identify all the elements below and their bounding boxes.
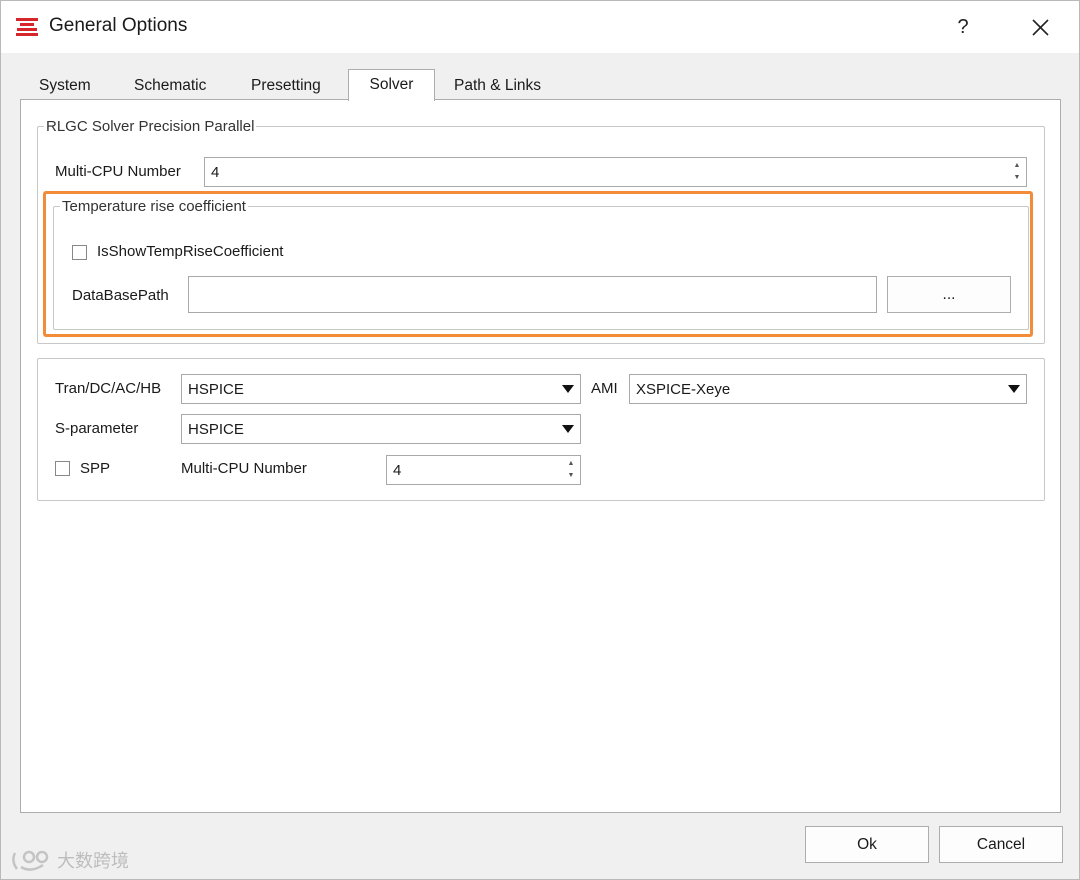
chevron-down-icon[interactable]: ▼ [1014,174,1021,182]
temp-rise-checkbox-label[interactable]: IsShowTempRiseCoefficient [97,243,283,260]
rlgc-cpu-value: 4 [211,163,220,181]
spp-cpu-label: Multi-CPU Number [181,460,307,477]
spp-label[interactable]: SPP [80,460,110,477]
stepper-arrows[interactable]: ▲ ▼ [1012,162,1022,182]
rlgc-cpu-stepper[interactable]: 4 ▲ ▼ [204,157,1027,187]
rlgc-group-legend: RLGC Solver Precision Parallel [46,118,255,135]
database-path-label: DataBasePath [72,287,169,304]
ami-value: XSPICE-Xeye [636,380,731,398]
close-button[interactable] [1023,11,1057,43]
watermark-logo-icon [12,850,49,871]
s-parameter-select[interactable]: HSPICE [181,414,581,444]
s-parameter-label: S-parameter [55,420,139,437]
watermark-text: 大数跨境 [57,851,129,872]
solver-tab-panel: RLGC Solver Precision Parallel Multi-CPU… [20,99,1061,813]
spp-cpu-stepper[interactable]: 4 ▲ ▼ [386,455,581,485]
tab-schematic[interactable]: Schematic [124,71,216,101]
help-button[interactable]: ? [947,11,979,43]
dropdown-arrow-icon [562,385,574,393]
tab-path-links[interactable]: Path & Links [444,71,551,101]
cancel-button[interactable]: Cancel [939,826,1063,863]
temp-rise-checkbox[interactable] [72,245,87,260]
window-title: General Options [49,15,188,36]
spp-cpu-value: 4 [393,461,402,479]
ami-select[interactable]: XSPICE-Xeye [629,374,1027,404]
watermark: 大数跨境 [9,845,129,875]
tran-dc-ac-hb-label: Tran/DC/AC/HB [55,380,162,397]
stepper-arrows[interactable]: ▲ ▼ [566,460,576,480]
tab-solver[interactable]: Solver [348,69,435,101]
close-icon [1032,19,1049,36]
chevron-down-icon[interactable]: ▼ [568,472,575,480]
ok-button[interactable]: Ok [805,826,929,863]
spp-checkbox[interactable] [55,461,70,476]
temperature-group-legend: Temperature rise coefficient [62,198,246,215]
rlgc-cpu-label: Multi-CPU Number [55,163,181,180]
title-bar: General Options ? [1,1,1079,53]
s-parameter-value: HSPICE [188,420,244,438]
dropdown-arrow-icon [562,425,574,433]
general-options-dialog: General Options ? System Schematic Prese… [0,0,1080,880]
chevron-up-icon[interactable]: ▲ [568,460,575,468]
tab-presetting[interactable]: Presetting [241,71,331,101]
database-path-input[interactable] [188,276,877,313]
chevron-up-icon[interactable]: ▲ [1014,162,1021,170]
ami-label: AMI [591,380,618,397]
tab-system[interactable]: System [29,71,101,101]
browse-button[interactable]: ... [887,276,1011,313]
app-logo-icon [16,18,38,36]
tran-dc-ac-hb-value: HSPICE [188,380,244,398]
dropdown-arrow-icon [1008,385,1020,393]
tran-dc-ac-hb-select[interactable]: HSPICE [181,374,581,404]
